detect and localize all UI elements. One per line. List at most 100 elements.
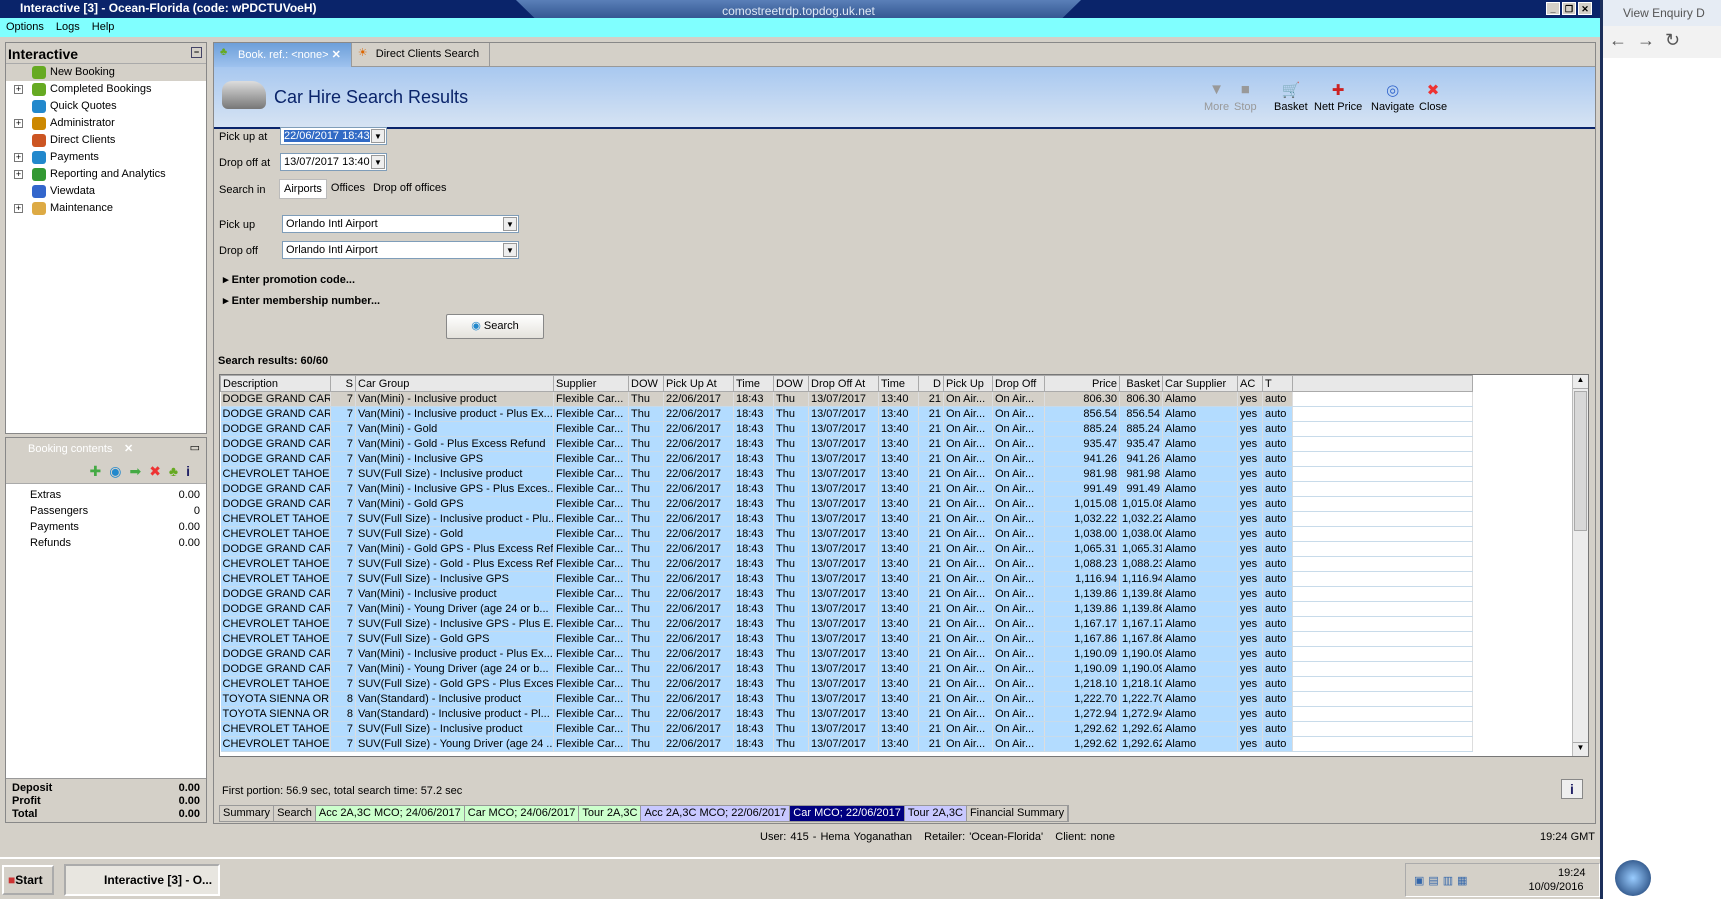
nav-item-completed-bookings[interactable]: + Completed Bookings (6, 81, 206, 98)
table-row[interactable]: DODGE GRAND CAR... 7 Van(Mini) - Young Dri… (220, 661, 1473, 677)
nav-item-viewdata[interactable]: Viewdata (6, 183, 206, 200)
nett-price-button[interactable]: ✚ Nett Price (1314, 81, 1362, 113)
collapse-button[interactable]: − (191, 47, 202, 58)
dropoff-location-select[interactable]: Orlando Intl Airport ▼ (282, 241, 519, 259)
expand-icon[interactable]: + (14, 170, 23, 179)
table-row[interactable]: DODGE GRAND CAR... 7 Van(Mini) - Inclusive… (220, 406, 1473, 422)
table-row[interactable]: CHEVROLET TAHOE ... 7 SUV(Full Size) - Inc… (220, 721, 1473, 737)
nav-item-new-booking[interactable]: New Booking (6, 64, 206, 81)
nav-item-administrator[interactable]: + Administrator (6, 115, 206, 132)
table-row[interactable]: CHEVROLET TAHOE ... 7 SUV(Full Size) - Inc… (220, 466, 1473, 482)
close-icon[interactable]: ✕ (124, 442, 133, 455)
table-row[interactable]: CHEVROLET TAHOE ... 7 SUV(Full Size) - Inc… (220, 571, 1473, 587)
add-icon[interactable]: ✚ (90, 463, 110, 479)
table-row[interactable]: CHEVROLET TAHOE ... 7 SUV(Full Size) - Gol… (220, 556, 1473, 572)
column-header[interactable]: DOW (628, 375, 664, 392)
nav-item-payments[interactable]: + Payments (6, 149, 206, 166)
reload-icon[interactable]: ↻ (1665, 30, 1690, 50)
search-button[interactable]: ◉ Search (446, 314, 544, 339)
table-row[interactable]: CHEVROLET TAHOE ... 7 SUV(Full Size) - Gol… (220, 676, 1473, 692)
restore-button[interactable]: ❐ (1562, 2, 1576, 15)
info-icon[interactable]: i (186, 463, 198, 479)
table-row[interactable]: TOYOTA SIENNA OR ... 8 Van(Standard) - Inc… (220, 706, 1473, 722)
component-tab[interactable]: Acc 2A,3C MCO; 24/06/2017 (315, 806, 465, 821)
chevron-down-icon[interactable]: ▼ (371, 155, 385, 169)
column-header[interactable]: AC (1237, 375, 1263, 392)
column-header[interactable]: DOW (773, 375, 809, 392)
column-header[interactable]: T (1262, 375, 1293, 392)
nav-item-reporting-and-analytics[interactable]: + Reporting and Analytics (6, 166, 206, 183)
table-row[interactable]: CHEVROLET TAHOE ... 7 SUV(Full Size) - Gol… (220, 631, 1473, 647)
search-in-offices[interactable]: Offices (327, 179, 369, 199)
close-tab-icon[interactable]: ✕ (329, 49, 341, 61)
close-button[interactable]: ✖ Close (1419, 81, 1447, 113)
chevron-down-icon[interactable]: ▼ (503, 243, 517, 257)
component-tab[interactable]: Car MCO; 24/06/2017 (464, 806, 580, 821)
delete-icon[interactable]: ✖ (149, 463, 169, 479)
column-header[interactable]: Description (220, 375, 331, 392)
column-header[interactable]: Time (878, 375, 919, 392)
menu-logs[interactable]: Logs (56, 21, 80, 33)
vertical-scrollbar[interactable]: ▲ ▼ (1572, 375, 1588, 756)
minimize-button[interactable]: _ (1546, 2, 1560, 15)
tab-1[interactable]: ☀ Direct Clients Search (352, 43, 491, 67)
browser-tab[interactable]: View Enquiry D (1603, 0, 1721, 26)
component-tab[interactable]: Acc 2A,3C MCO; 22/06/2017 (641, 806, 791, 821)
table-row[interactable]: DODGE GRAND CAR... 7 Van(Mini) - Gold Flexi… (220, 421, 1473, 437)
pickup-location-select[interactable]: Orlando Intl Airport ▼ (282, 215, 519, 233)
expand-icon[interactable]: + (14, 85, 23, 94)
component-tab[interactable]: Tour 2A,3C (579, 806, 642, 821)
column-header[interactable]: Car Supplier (1162, 375, 1238, 392)
column-header[interactable]: Car Group (355, 375, 554, 392)
table-row[interactable]: DODGE GRAND CAR... 7 Van(Mini) - Inclusive… (220, 586, 1473, 602)
column-header[interactable]: Pick Up At (663, 375, 734, 392)
nav-item-direct-clients[interactable]: Direct Clients (6, 132, 206, 149)
navigate-button[interactable]: ◎ Navigate (1371, 81, 1414, 113)
table-row[interactable]: DODGE GRAND CAR... 7 Van(Mini) - Inclusive… (220, 391, 1473, 407)
column-header[interactable]: Price (1044, 375, 1120, 392)
menu-options[interactable]: Options (6, 21, 44, 33)
table-row[interactable]: CHEVROLET TAHOE ... 7 SUV(Full Size) - Gol… (220, 526, 1473, 542)
back-icon[interactable]: ← (1609, 30, 1637, 50)
info-button[interactable]: i (1561, 779, 1583, 799)
table-row[interactable]: TOYOTA SIENNA OR ... 8 Van(Standard) - Inc… (220, 691, 1473, 707)
stop-button[interactable]: ■ Stop (1234, 81, 1257, 113)
menu-help[interactable]: Help (92, 21, 115, 33)
column-header[interactable]: Pick Up (943, 375, 993, 392)
component-tab[interactable]: Car MCO; 22/06/2017 (790, 806, 905, 821)
component-tab[interactable]: Tour 2A,3C (904, 806, 967, 821)
column-header[interactable]: Basket (1119, 375, 1163, 392)
column-header[interactable]: D (918, 375, 944, 392)
column-header[interactable]: Drop Off At (808, 375, 879, 392)
close-window-button[interactable]: ✕ (1578, 2, 1592, 15)
column-header[interactable]: Supplier (553, 375, 629, 392)
column-header[interactable]: Time (733, 375, 774, 392)
table-row[interactable]: DODGE GRAND CAR... 7 Van(Mini) - Inclusive… (220, 451, 1473, 467)
nav-item-quick-quotes[interactable]: Quick Quotes (6, 98, 206, 115)
membership-expander[interactable]: ▸ Enter membership number... (223, 294, 380, 307)
column-header[interactable]: S (330, 375, 356, 392)
chevron-down-icon[interactable]: ▼ (371, 129, 385, 143)
palm-icon[interactable]: ♣ (169, 463, 186, 479)
search-in-airports[interactable]: Airports (279, 179, 327, 199)
pickup-at-field[interactable]: 22/06/2017 18:43 ▼ (280, 127, 387, 145)
windows-orb-icon[interactable] (1615, 860, 1651, 896)
chevron-down-icon[interactable]: ▼ (503, 217, 517, 231)
table-row[interactable]: DODGE GRAND CAR... 7 Van(Mini) - Young Dri… (220, 601, 1473, 617)
expand-icon[interactable]: + (14, 153, 23, 162)
component-tab[interactable]: Financial Summary (966, 806, 1069, 821)
start-button[interactable]: ■Start (2, 865, 54, 895)
table-row[interactable]: CHEVROLET TAHOE ... 7 SUV(Full Size) - Inc… (220, 616, 1473, 632)
table-row[interactable]: CHEVROLET TAHOE ... 7 SUV(Full Size) - You… (220, 736, 1473, 752)
tab-0[interactable]: ♣ Book. ref.: <none> ✕ (214, 43, 352, 67)
maximize-icon[interactable]: ▭ (190, 441, 200, 454)
expand-icon[interactable]: + (14, 204, 23, 213)
dropoff-at-field[interactable]: 13/07/2017 13:40 ▼ (280, 153, 387, 171)
more-button[interactable]: ▼ More (1204, 81, 1229, 113)
taskbar-item-interactive[interactable]: Interactive [3] - O... (64, 864, 220, 896)
refresh-icon[interactable]: ◉ (109, 463, 129, 479)
promo-code-expander[interactable]: ▸ Enter promotion code... (223, 273, 355, 286)
table-row[interactable]: DODGE GRAND CAR... 7 Van(Mini) - Gold GPS … (220, 541, 1473, 557)
basket-icon[interactable]: ➡ (129, 463, 149, 479)
tray-icons[interactable]: ▣▤▥▦ (1414, 874, 1472, 887)
